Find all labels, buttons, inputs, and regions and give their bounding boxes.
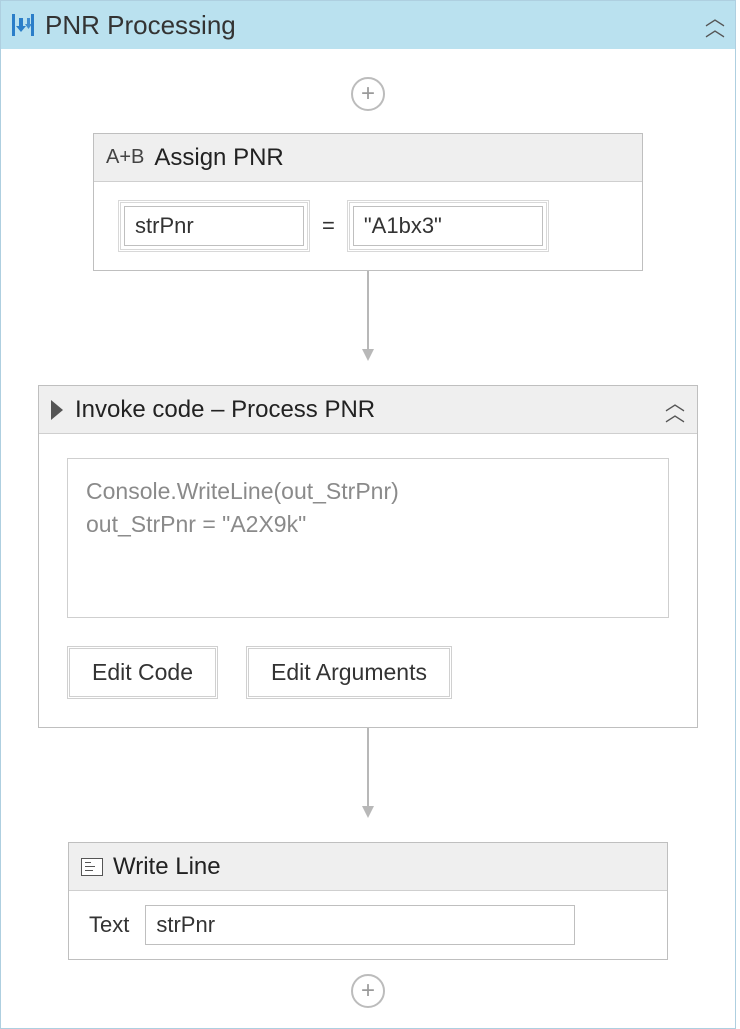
sequence-title: PNR Processing [45, 10, 705, 41]
invoke-collapse-icon[interactable]: ︿︿ [665, 399, 685, 421]
assign-header[interactable]: A+B Assign PNR [94, 134, 642, 182]
assign-variable-input[interactable] [124, 206, 304, 246]
flow-arrow [358, 271, 378, 363]
sequence-body: + A+B Assign PNR = [1, 49, 735, 1028]
edit-code-button[interactable]: Edit Code [67, 646, 218, 699]
writeline-icon [81, 858, 103, 876]
invoke-header[interactable]: Invoke code – Process PNR ︿︿ [39, 386, 697, 434]
invoke-body: Console.WriteLine(out_StrPnr) out_StrPnr… [39, 434, 697, 727]
sequence-header[interactable]: PNR Processing ︿︿ [1, 1, 735, 49]
assign-title: Assign PNR [154, 144, 630, 172]
writeline-title: Write Line [113, 853, 655, 881]
assign-activity[interactable]: A+B Assign PNR = [93, 133, 643, 271]
assign-value-input[interactable] [353, 206, 543, 246]
assign-value-wrap [347, 200, 549, 252]
expand-icon[interactable] [51, 400, 63, 420]
flow-arrow [358, 728, 378, 820]
assign-body: = [94, 182, 642, 270]
invoke-code-activity[interactable]: Invoke code – Process PNR ︿︿ Console.Wri… [38, 385, 698, 728]
writeline-body: Text [69, 891, 667, 959]
writeline-header[interactable]: Write Line [69, 843, 667, 891]
writeline-text-label: Text [89, 912, 129, 938]
add-activity-top-button[interactable]: + [351, 77, 385, 111]
sequence-container: PNR Processing ︿︿ + A+B Assign PNR = [0, 0, 736, 1029]
edit-arguments-button[interactable]: Edit Arguments [246, 646, 452, 699]
sequence-icon [9, 11, 37, 39]
invoke-button-row: Edit Code Edit Arguments [67, 646, 669, 699]
assign-icon: A+B [106, 146, 144, 169]
writeline-activity[interactable]: Write Line Text [68, 842, 668, 960]
equals-label: = [322, 213, 335, 239]
add-activity-bottom-button[interactable]: + [351, 974, 385, 1008]
assign-variable-wrap [118, 200, 310, 252]
writeline-text-input[interactable] [145, 905, 575, 945]
invoke-title: Invoke code – Process PNR [75, 396, 665, 424]
collapse-icon[interactable]: ︿︿ [705, 14, 725, 36]
code-preview[interactable]: Console.WriteLine(out_StrPnr) out_StrPnr… [67, 458, 669, 618]
